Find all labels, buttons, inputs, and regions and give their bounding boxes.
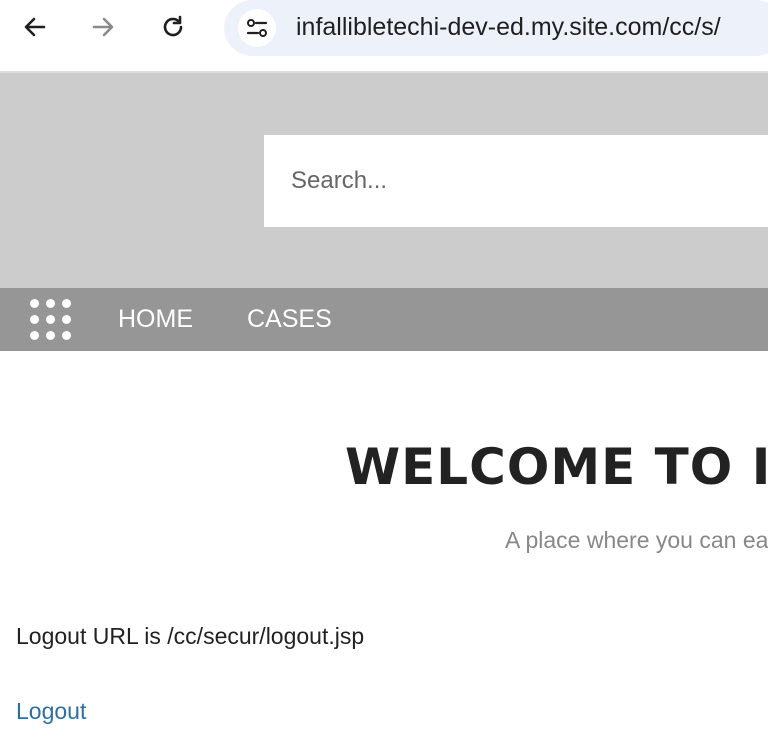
logout-link[interactable]: Logout [16, 698, 86, 725]
browser-toolbar: infallibletechi-dev-ed.my.site.com/cc/s/ [0, 0, 768, 72]
url-text[interactable]: infallibletechi-dev-ed.my.site.com/cc/s/ [296, 13, 721, 42]
app-launcher-dots-icon[interactable] [28, 299, 74, 341]
site-info-icon [246, 19, 268, 37]
site-info-button[interactable] [238, 9, 276, 47]
nav-item-home[interactable]: HOME [118, 305, 193, 334]
search-box [264, 135, 768, 227]
welcome-subtitle: A place where you can ea [505, 527, 768, 553]
forward-arrow-icon [92, 17, 114, 37]
reload-icon [163, 15, 183, 37]
back-arrow-icon [24, 17, 46, 37]
welcome-title: WELCOME TO I [345, 438, 768, 496]
forward-button[interactable] [84, 8, 122, 46]
search-input[interactable] [264, 135, 768, 227]
logout-url-text: Logout URL is /cc/secur/logout.jsp [16, 623, 365, 649]
nav-bar: HOME CASES [0, 288, 768, 351]
nav-item-cases[interactable]: CASES [247, 305, 332, 334]
reload-button[interactable] [154, 8, 192, 46]
back-button[interactable] [16, 8, 54, 46]
address-bar[interactable]: infallibletechi-dev-ed.my.site.com/cc/s/ [224, 0, 768, 56]
site-header [0, 73, 768, 288]
